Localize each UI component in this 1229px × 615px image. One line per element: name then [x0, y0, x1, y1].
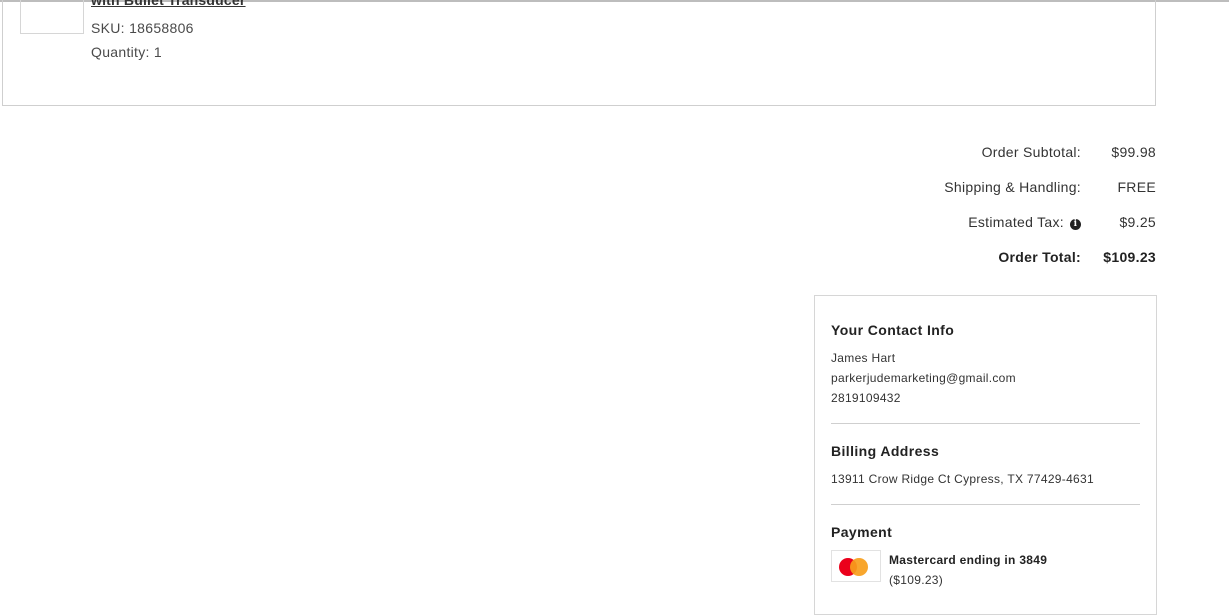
- tax-value: $9.25: [1119, 213, 1156, 230]
- shipping-value: FREE: [1117, 178, 1156, 195]
- order-total-value: $109.23: [1103, 248, 1156, 265]
- subtotal-value: $99.98: [1111, 143, 1156, 160]
- payment-card-details: Mastercard ending in 3849 ($109.23): [889, 550, 1047, 590]
- billing-address-heading: Billing Address: [831, 443, 940, 459]
- contact-info-section: Your Contact Info James Hart parkerjudem…: [831, 322, 1140, 408]
- contact-phone: 2819109432: [831, 391, 901, 405]
- payment-card-row: Mastercard ending in 3849 ($109.23): [831, 550, 1140, 590]
- shipping-row: Shipping & Handling: FREE: [736, 169, 1156, 204]
- card-amount: ($109.23): [889, 573, 944, 587]
- tax-label: Estimated Tax: i: [968, 214, 1081, 230]
- shipping-label: Shipping & Handling:: [944, 178, 1081, 195]
- section-divider: [831, 423, 1140, 424]
- mastercard-icon: [831, 550, 881, 582]
- order-summary-panel: Your Contact Info James Hart parkerjudem…: [814, 295, 1157, 615]
- subtotal-row: Order Subtotal: $99.98: [736, 134, 1156, 169]
- product-title-link[interactable]: with Bullet Transducer: [91, 0, 246, 8]
- order-totals: Order Subtotal: $99.98 Shipping & Handli…: [736, 134, 1156, 274]
- contact-name: James Hart: [831, 351, 896, 365]
- tax-row: Estimated Tax: i $9.25: [736, 204, 1156, 239]
- order-total-label: Order Total:: [998, 248, 1081, 265]
- product-thumbnail[interactable]: [20, 0, 84, 34]
- tax-label-text: Estimated Tax:: [968, 213, 1064, 230]
- billing-address-text: 13911 Crow Ridge Ct Cypress, TX 77429-46…: [831, 472, 1094, 486]
- mastercard-yellow-circle: [850, 558, 868, 576]
- product-sku: SKU: 18658806: [91, 20, 194, 36]
- section-divider: [831, 504, 1140, 505]
- card-name: Mastercard ending in 3849: [889, 553, 1048, 567]
- product-quantity: Quantity: 1: [91, 44, 163, 60]
- contact-email: parkerjudemarketing@gmail.com: [831, 371, 1016, 385]
- order-item-card: with Bullet Transducer SKU: 18658806 Qua…: [2, 0, 1156, 106]
- payment-section: Payment Mastercard ending in 3849 ($109.…: [831, 524, 1140, 590]
- info-icon[interactable]: i: [1070, 218, 1081, 230]
- payment-heading: Payment: [831, 524, 893, 540]
- billing-address-section: Billing Address 13911 Crow Ridge Ct Cypr…: [831, 443, 1140, 489]
- subtotal-label: Order Subtotal:: [981, 143, 1081, 160]
- order-total-row: Order Total: $109.23: [736, 239, 1156, 274]
- contact-info-heading: Your Contact Info: [831, 322, 955, 338]
